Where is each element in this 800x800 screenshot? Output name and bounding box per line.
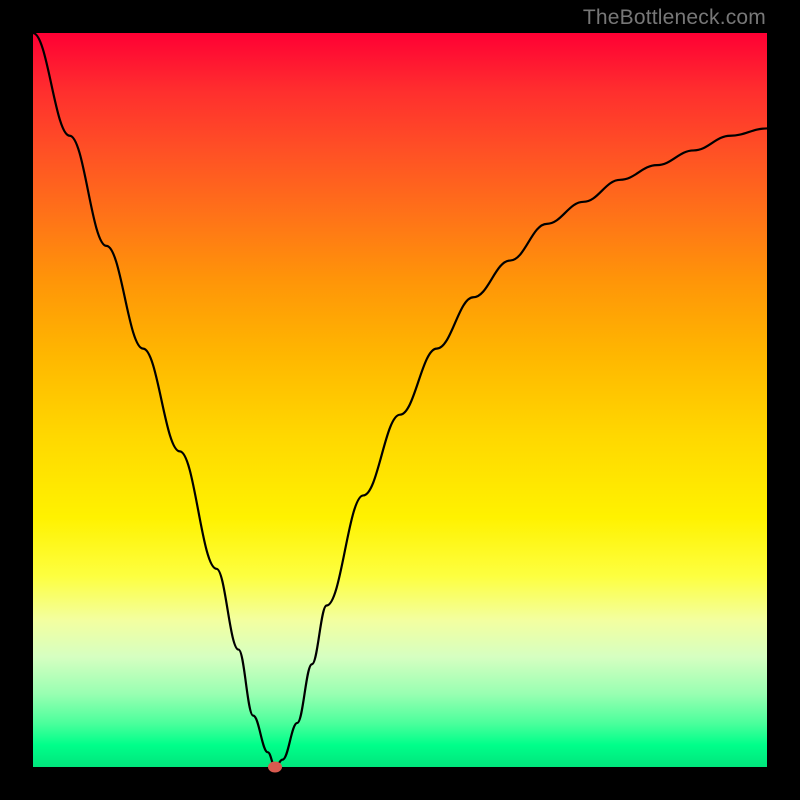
watermark-text: TheBottleneck.com (583, 6, 766, 30)
chart-frame: TheBottleneck.com (0, 0, 800, 800)
bottleneck-curve (33, 33, 767, 767)
plot-area (33, 33, 767, 767)
optimal-point-marker (268, 762, 282, 773)
